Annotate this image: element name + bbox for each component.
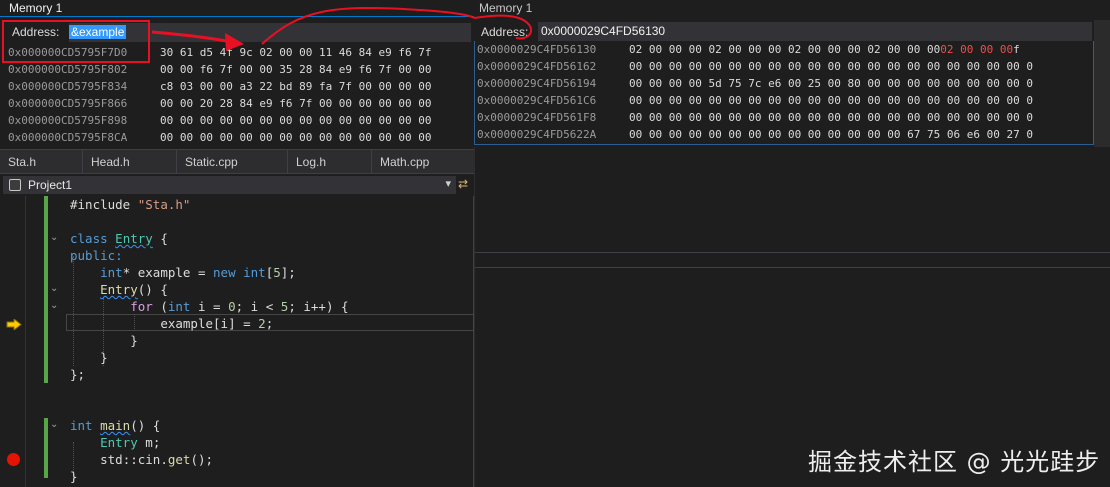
watermark: 掘金技术社区 @ 光光跬步	[808, 448, 1101, 476]
annotation-arrows	[151, 6, 532, 51]
